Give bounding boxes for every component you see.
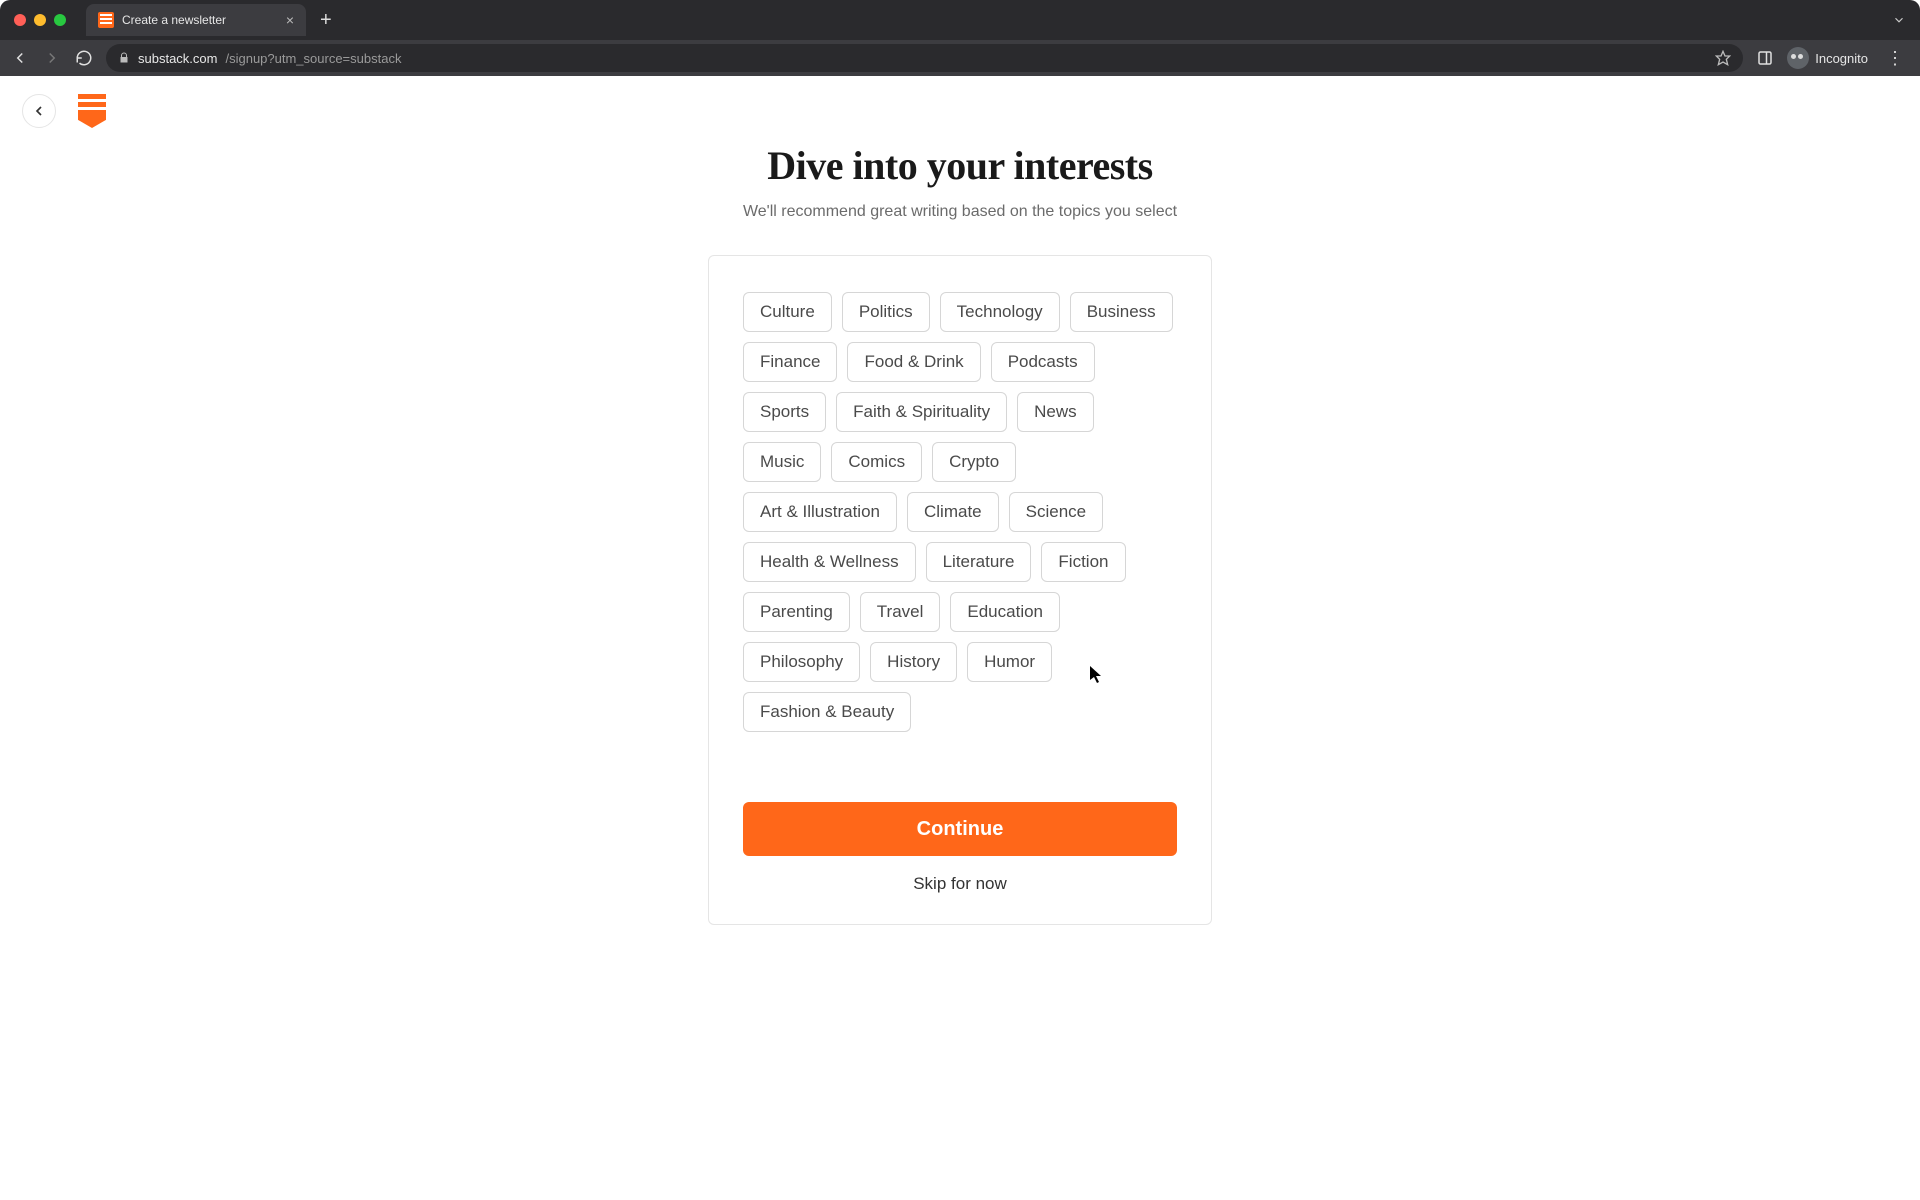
topic-chip[interactable]: Climate <box>907 492 999 532</box>
tab-close-icon[interactable]: × <box>286 12 294 28</box>
topic-chip[interactable]: Fashion & Beauty <box>743 692 911 732</box>
topic-chip[interactable]: Science <box>1009 492 1103 532</box>
topic-chip[interactable]: Culture <box>743 292 832 332</box>
page-content: Dive into your interests We'll recommend… <box>0 76 1920 1200</box>
topic-chip[interactable]: History <box>870 642 957 682</box>
browser-toolbar: substack.com/signup?utm_source=substack … <box>0 40 1920 76</box>
page-subhead: We'll recommend great writing based on t… <box>708 203 1212 221</box>
reload-icon[interactable] <box>74 48 94 68</box>
topic-chip[interactable]: News <box>1017 392 1094 432</box>
address-bar[interactable]: substack.com/signup?utm_source=substack <box>106 44 1743 72</box>
window-maximize-button[interactable] <box>54 14 66 26</box>
url-path: /signup?utm_source=substack <box>225 51 401 66</box>
secure-lock-icon <box>118 52 130 64</box>
incognito-indicator[interactable]: Incognito <box>1787 47 1868 69</box>
app-back-button[interactable] <box>22 94 56 128</box>
topic-chip[interactable]: Technology <box>940 292 1060 332</box>
topic-chip[interactable]: Food & Drink <box>847 342 980 382</box>
nav-back-icon[interactable] <box>10 48 30 68</box>
topic-chip[interactable]: Comics <box>831 442 922 482</box>
topic-chip[interactable]: Health & Wellness <box>743 542 916 582</box>
topic-chip[interactable]: Fiction <box>1041 542 1125 582</box>
incognito-icon <box>1787 47 1809 69</box>
topic-chip[interactable]: Finance <box>743 342 837 382</box>
topic-chip[interactable]: Humor <box>967 642 1052 682</box>
browser-tab[interactable]: Create a newsletter × <box>86 4 306 36</box>
topic-chip-list: CulturePoliticsTechnologyBusiness Finance… <box>743 292 1177 732</box>
nav-forward-icon <box>42 48 62 68</box>
topic-chip[interactable]: Faith & Spirituality <box>836 392 1007 432</box>
window-controls <box>0 14 80 26</box>
new-tab-button[interactable]: + <box>306 9 346 32</box>
topic-chip[interactable]: Sports <box>743 392 826 432</box>
tab-title: Create a newsletter <box>122 13 278 27</box>
topic-chip[interactable]: Philosophy <box>743 642 860 682</box>
topic-chip[interactable]: Art & Illustration <box>743 492 897 532</box>
bookmark-star-icon[interactable] <box>1715 50 1731 66</box>
topic-chip[interactable]: Travel <box>860 592 941 632</box>
interests-card: CulturePoliticsTechnologyBusiness Finance… <box>708 255 1212 925</box>
continue-button[interactable]: Continue <box>743 802 1177 856</box>
browser-tab-bar: Create a newsletter × + <box>0 0 1920 40</box>
window-close-button[interactable] <box>14 14 26 26</box>
topic-chip[interactable]: Crypto <box>932 442 1016 482</box>
substack-favicon-icon <box>98 12 114 28</box>
page-headline: Dive into your interests <box>708 142 1212 189</box>
substack-logo-icon[interactable] <box>78 94 106 128</box>
topic-chip[interactable]: Parenting <box>743 592 850 632</box>
topic-chip[interactable]: Music <box>743 442 821 482</box>
browser-menu-icon[interactable]: ⋮ <box>1880 48 1910 69</box>
topic-chip[interactable]: Literature <box>926 542 1032 582</box>
topic-chip[interactable]: Politics <box>842 292 930 332</box>
topic-chip[interactable]: Podcasts <box>991 342 1095 382</box>
topic-chip[interactable]: Education <box>950 592 1060 632</box>
app-header <box>22 94 106 128</box>
window-minimize-button[interactable] <box>34 14 46 26</box>
topic-chip[interactable]: Business <box>1070 292 1173 332</box>
skip-link[interactable]: Skip for now <box>743 874 1177 894</box>
tab-overflow-icon[interactable] <box>1892 13 1920 27</box>
extensions-icon[interactable] <box>1755 48 1775 68</box>
incognito-label: Incognito <box>1815 51 1868 66</box>
url-host: substack.com <box>138 51 217 66</box>
